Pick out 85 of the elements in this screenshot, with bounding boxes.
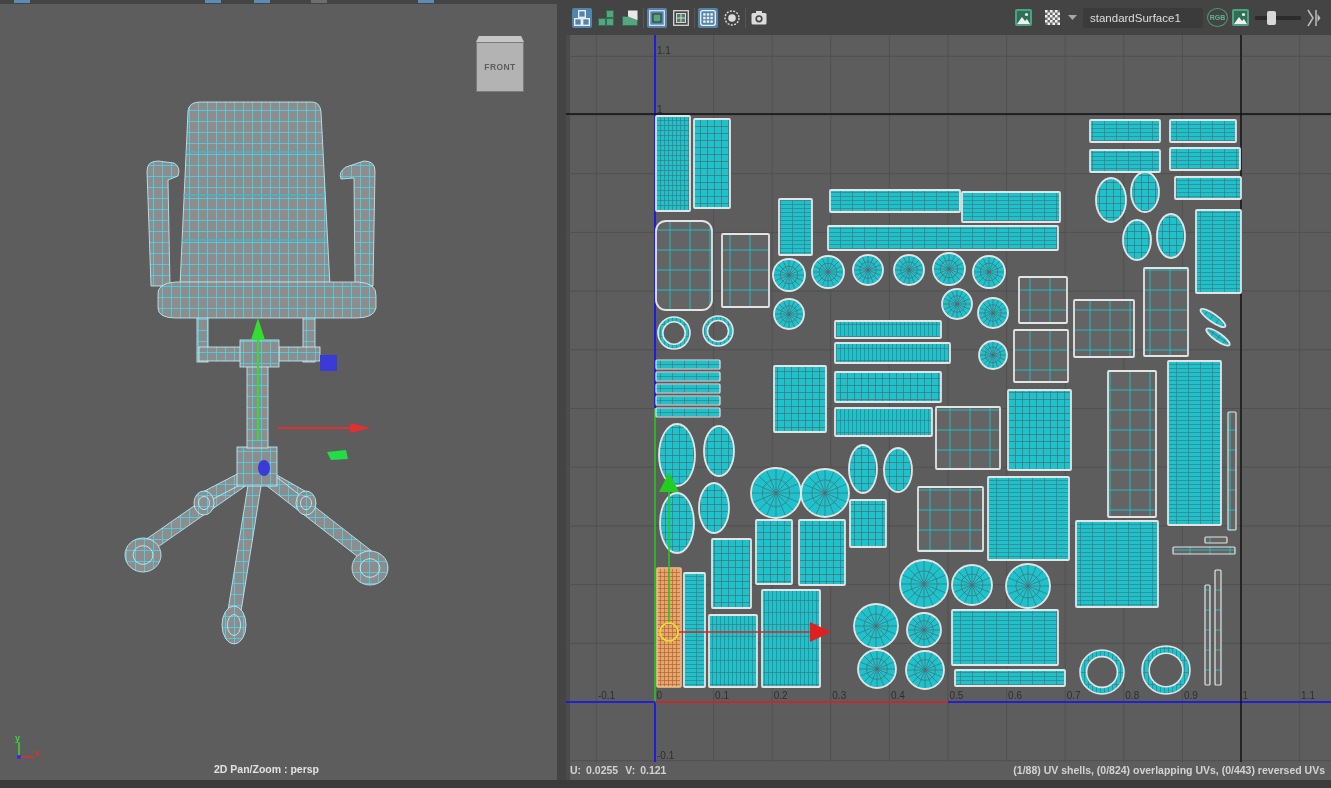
toolbar-button[interactable] xyxy=(572,7,592,28)
uv-shell xyxy=(857,649,897,689)
uv-shell xyxy=(711,538,752,609)
toolbar-button[interactable] xyxy=(1015,9,1032,26)
uv-shell xyxy=(972,255,1006,289)
uv-shell xyxy=(655,395,721,406)
toolbar-button[interactable] xyxy=(1045,10,1060,25)
uv-shell xyxy=(655,371,721,382)
dot-grid-icon xyxy=(700,9,716,26)
uv-shell xyxy=(883,447,913,493)
uv-shell xyxy=(1204,536,1228,544)
uv-shell xyxy=(1095,177,1127,223)
shader-field[interactable]: standardSurface1 xyxy=(1083,7,1203,28)
uv-shell xyxy=(750,467,802,519)
uv-shell xyxy=(659,492,695,554)
v-move-arrow[interactable] xyxy=(659,472,679,623)
uv-shell xyxy=(853,603,899,649)
stacked-squares-icon xyxy=(598,9,614,26)
pivot-handle[interactable] xyxy=(659,622,679,642)
uv-shell xyxy=(755,519,793,585)
stacked-squares-icon xyxy=(574,9,590,26)
uv-shell xyxy=(1122,219,1152,261)
dotted-circle-icon xyxy=(724,9,740,26)
uv-shell xyxy=(852,254,884,286)
uv-shell xyxy=(1013,329,1069,383)
plane-handle[interactable] xyxy=(327,450,348,460)
uv-shell xyxy=(1073,299,1135,358)
uv-shell xyxy=(1199,307,1227,329)
z-axis-handle[interactable] xyxy=(258,460,270,476)
uv-shell xyxy=(893,254,925,286)
uv-shell xyxy=(1089,119,1161,143)
uv-shell[interactable] xyxy=(656,567,682,688)
uv-shell xyxy=(1169,147,1241,171)
coordinate-label: V: xyxy=(625,764,636,776)
image-icon xyxy=(1232,9,1249,26)
uv-shell xyxy=(658,423,696,487)
uv-shell xyxy=(899,559,949,609)
uv-shell xyxy=(655,383,721,394)
toolbar-button[interactable] xyxy=(1232,9,1249,26)
uv-shell xyxy=(917,486,984,552)
uv-shell xyxy=(977,297,1009,329)
framed-square-icon xyxy=(649,9,665,26)
uv-shell xyxy=(906,612,942,648)
uv-shell xyxy=(703,425,735,477)
uv-shell xyxy=(1172,546,1236,555)
uv-shell xyxy=(1205,327,1231,347)
split-square-icon xyxy=(622,9,638,26)
camera-label: 2D Pan/Zoom : persp xyxy=(214,763,319,775)
status-summary: (1/88) UV shells, (0/824) overlapping UVs, (0/443) reversed UVs xyxy=(1013,764,1325,776)
uv-shell xyxy=(1018,276,1068,324)
axis-label: x xyxy=(35,748,40,758)
uv-shell xyxy=(698,482,730,534)
y-axis-arrow[interactable] xyxy=(251,318,265,441)
uv-shell xyxy=(1169,119,1237,143)
toolbar-button[interactable] xyxy=(698,7,718,28)
checker-icon xyxy=(1045,10,1060,25)
grid-square-icon xyxy=(673,9,689,26)
coordinate-value: 0.0255 xyxy=(586,764,619,776)
square-handle[interactable] xyxy=(320,355,337,371)
uv-shell xyxy=(655,359,721,370)
toolbar-button[interactable] xyxy=(671,7,691,28)
arrow-bar-icon[interactable] xyxy=(1307,8,1321,27)
coordinate-label: U: xyxy=(570,764,582,776)
axis-triad-icon xyxy=(17,741,35,759)
uv-shell xyxy=(978,340,1008,370)
toolbar-button[interactable] xyxy=(647,7,667,28)
u-move-arrow[interactable] xyxy=(678,622,831,642)
coordinate-value: 0.121 xyxy=(640,764,667,776)
uv-shell xyxy=(773,298,805,330)
uv-shell xyxy=(655,407,721,418)
uv-shell xyxy=(935,406,1001,470)
image-icon xyxy=(1015,9,1032,26)
uv-shell xyxy=(849,499,887,548)
uv-shell xyxy=(951,564,993,606)
uv-shell xyxy=(1156,213,1186,259)
uv-shell xyxy=(905,650,945,690)
uv-shell xyxy=(1174,176,1242,200)
axis-label: y xyxy=(15,733,20,743)
slider-thumb[interactable] xyxy=(1266,10,1276,25)
uv-shell xyxy=(798,519,846,586)
uv-shell xyxy=(773,365,827,433)
caret-icon[interactable] xyxy=(1068,15,1077,20)
camera-icon xyxy=(751,9,767,26)
toolbar-button[interactable] xyxy=(722,7,742,28)
uv-shell xyxy=(772,258,806,292)
